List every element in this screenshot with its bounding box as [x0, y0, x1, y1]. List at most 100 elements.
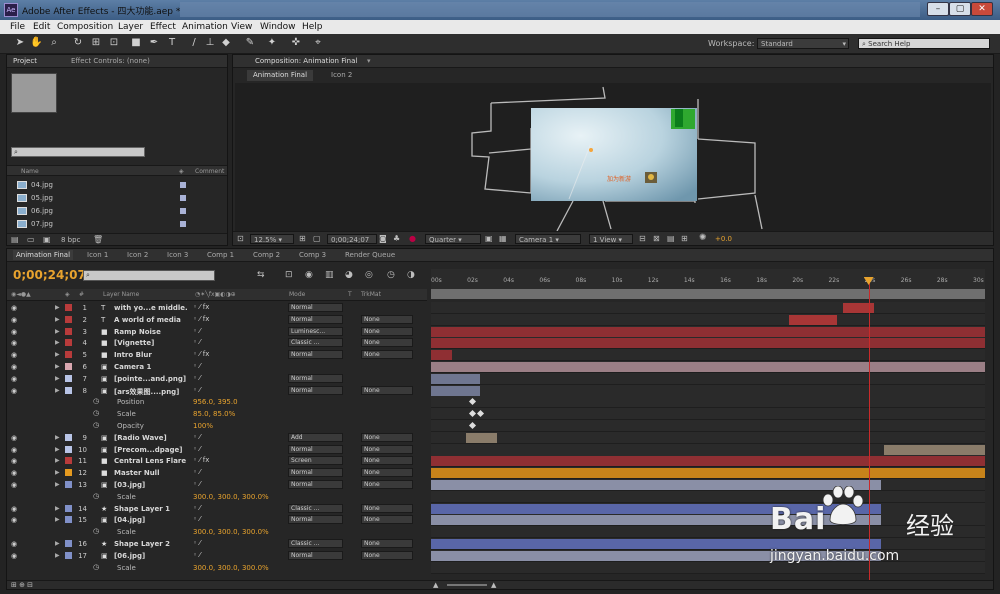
visibility-eye-icon[interactable]: ◉: [11, 387, 17, 395]
project-search-input[interactable]: ⌕: [11, 147, 145, 157]
label-color-chip[interactable]: [65, 469, 72, 477]
layer-switches[interactable]: ◦ ⁄: [193, 386, 273, 396]
blend-mode-dropdown[interactable]: Normal: [288, 350, 343, 360]
menu-effect[interactable]: Effect: [150, 22, 176, 32]
puppet-pin-tool-icon[interactable]: ✦: [266, 37, 278, 49]
subtab-animation-final[interactable]: Animation Final: [247, 70, 314, 81]
hand-tool-icon[interactable]: ✋: [30, 37, 42, 49]
trkmat-dropdown[interactable]: None: [361, 515, 413, 525]
layer-switches[interactable]: ◦ ⁄: [193, 433, 273, 443]
brainstorm-icon[interactable]: ◎: [365, 270, 373, 280]
axis-mode-icon[interactable]: ✜: [290, 37, 302, 49]
layer-name[interactable]: Intro Blur: [114, 351, 190, 359]
timeline-layer-row[interactable]: ◉ ▶ 11 ■ Central Lens Flare ◦ ⁄ fx Scree…: [7, 455, 987, 468]
list-item[interactable]: 04.jpg: [17, 179, 217, 191]
blend-mode-dropdown[interactable]: Add: [288, 432, 343, 442]
trkmat-dropdown[interactable]: None: [361, 480, 413, 489]
view-layout-dropdown[interactable]: 1 View ▾: [589, 234, 633, 244]
hide-shy-layers-icon[interactable]: ◉: [305, 270, 313, 280]
menu-window[interactable]: Window: [260, 22, 296, 32]
stopwatch-icon[interactable]: ◷: [93, 563, 99, 571]
visibility-eye-icon[interactable]: ◉: [11, 457, 17, 465]
layer-name[interactable]: [06.jpg]: [114, 552, 190, 560]
layer-duration-bar[interactable]: [884, 444, 985, 455]
layer-name[interactable]: Central Lens Flare: [114, 457, 190, 465]
blend-mode-dropdown[interactable]: Luminesc...: [288, 326, 343, 336]
timeline-layer-row[interactable]: ◉ ▶ 3 ■ Ramp Noise ◦ ⁄ Luminesc... None: [7, 325, 987, 338]
current-time-field[interactable]: 0;00;24;07: [327, 234, 377, 244]
trkmat-dropdown[interactable]: None: [361, 350, 413, 360]
layer-name[interactable]: Master Null: [114, 469, 190, 477]
motion-blur-icon[interactable]: ◕: [345, 270, 353, 280]
selection-tool-icon[interactable]: ➤: [14, 37, 26, 49]
layer-switches[interactable]: ◦ ⁄: [193, 445, 273, 455]
timeline-layer-row[interactable]: ◉ ▶ 6 ▣ Camera 1 ◦ ⁄: [7, 361, 987, 373]
pen-tool-icon[interactable]: ✒: [148, 37, 160, 49]
label-color-chip[interactable]: [65, 551, 72, 559]
visibility-eye-icon[interactable]: ◉: [11, 469, 17, 477]
subtab-icon-2[interactable]: Icon 2: [325, 70, 358, 81]
fast-previews-icon[interactable]: ⊠: [653, 234, 660, 243]
timeline-property-row[interactable]: ◷ Opacity 100%: [7, 420, 987, 432]
eraser-tool-icon[interactable]: ◆: [220, 37, 232, 49]
twirl-arrow-icon[interactable]: ▶: [55, 457, 60, 464]
minimize-button[interactable]: –: [927, 2, 949, 16]
layer-duration-bar[interactable]: [431, 338, 985, 349]
layer-switches[interactable]: ◦ ⁄ fx: [193, 315, 273, 325]
chevron-down-icon[interactable]: ▾: [367, 57, 371, 65]
timeline-timecode[interactable]: 0;00;24;07: [13, 268, 86, 282]
frame-blending-icon[interactable]: ▥: [325, 270, 334, 280]
layer-switches[interactable]: ◦ ⁄: [193, 468, 273, 478]
comp-mini-flowchart-icon[interactable]: ⇆: [257, 270, 265, 280]
label-color-chip[interactable]: [65, 304, 72, 311]
search-help-input[interactable]: ⌕ Search Help: [858, 38, 990, 49]
visibility-eye-icon[interactable]: ◉: [11, 505, 17, 513]
label-color-chip[interactable]: [65, 540, 72, 547]
layer-duration-bar[interactable]: [789, 314, 837, 325]
label-color-chip[interactable]: [65, 445, 72, 453]
list-item[interactable]: 07.jpg: [17, 218, 217, 230]
rectangle-tool-icon[interactable]: ■: [130, 37, 142, 49]
visibility-eye-icon[interactable]: ◉: [11, 446, 17, 454]
blend-mode-dropdown[interactable]: Normal: [288, 480, 343, 489]
twirl-arrow-icon[interactable]: ▶: [55, 375, 60, 382]
property-value[interactable]: 300.0, 300.0, 300.0%: [193, 564, 269, 572]
tab-comp-1[interactable]: Comp 1: [207, 251, 234, 259]
blend-mode-dropdown[interactable]: Classic ...: [288, 338, 343, 348]
timeline-property-row[interactable]: ◷ Scale 85.0, 85.0%: [7, 408, 987, 421]
tab-project[interactable]: Project: [13, 57, 37, 65]
visibility-eye-icon[interactable]: ◉: [11, 328, 17, 336]
timeline-layer-row[interactable]: ◉ ▶ 9 ▣ [Radio Wave] ◦ ⁄ Add None: [7, 431, 987, 444]
blend-mode-dropdown[interactable]: Normal: [288, 550, 343, 560]
layer-name[interactable]: [pointe...and.png]: [114, 375, 190, 383]
layer-switches[interactable]: ◦ ⁄: [193, 362, 273, 372]
blend-mode-dropdown[interactable]: Classic ...: [288, 539, 343, 548]
twirl-arrow-icon[interactable]: ▶: [55, 304, 60, 311]
roto-brush-tool-icon[interactable]: ✎: [244, 37, 256, 49]
twirl-arrow-icon[interactable]: ▶: [55, 316, 60, 323]
new-folder-icon[interactable]: ▭: [27, 235, 35, 244]
toggle-switches-icon[interactable]: ⊞ ⊕ ⊟: [11, 581, 33, 589]
label-color-chip[interactable]: [65, 315, 72, 323]
layer-duration-bar[interactable]: [431, 326, 985, 337]
draft-3d-icon[interactable]: ⊡: [285, 270, 293, 280]
tab-icon-1[interactable]: Icon 1: [87, 251, 108, 259]
label-color-chip[interactable]: [65, 374, 72, 382]
camera-tool-icon[interactable]: ⊞: [90, 37, 102, 49]
menu-file[interactable]: File: [10, 22, 25, 32]
tab-icon-2[interactable]: Icon 2: [127, 251, 148, 259]
layer-name[interactable]: [Vignette]: [114, 339, 190, 347]
menu-layer[interactable]: Layer: [118, 22, 143, 32]
show-snapshot-icon[interactable]: ♣: [393, 234, 400, 243]
label-color-chip[interactable]: [65, 351, 72, 359]
layer-switches[interactable]: ◦ ⁄: [193, 539, 273, 549]
twirl-arrow-icon[interactable]: ▶: [55, 387, 60, 394]
trkmat-dropdown[interactable]: None: [361, 539, 413, 548]
grid-icon[interactable]: ⊞: [299, 234, 306, 243]
stopwatch-icon[interactable]: ◷: [93, 409, 99, 417]
graph-editor-icon[interactable]: ◷: [387, 270, 395, 280]
trkmat-dropdown[interactable]: None: [361, 385, 413, 395]
layer-duration-bar[interactable]: [431, 350, 453, 361]
timeline-search-input[interactable]: ⌕: [83, 270, 215, 281]
label-color-chip[interactable]: [65, 481, 72, 488]
